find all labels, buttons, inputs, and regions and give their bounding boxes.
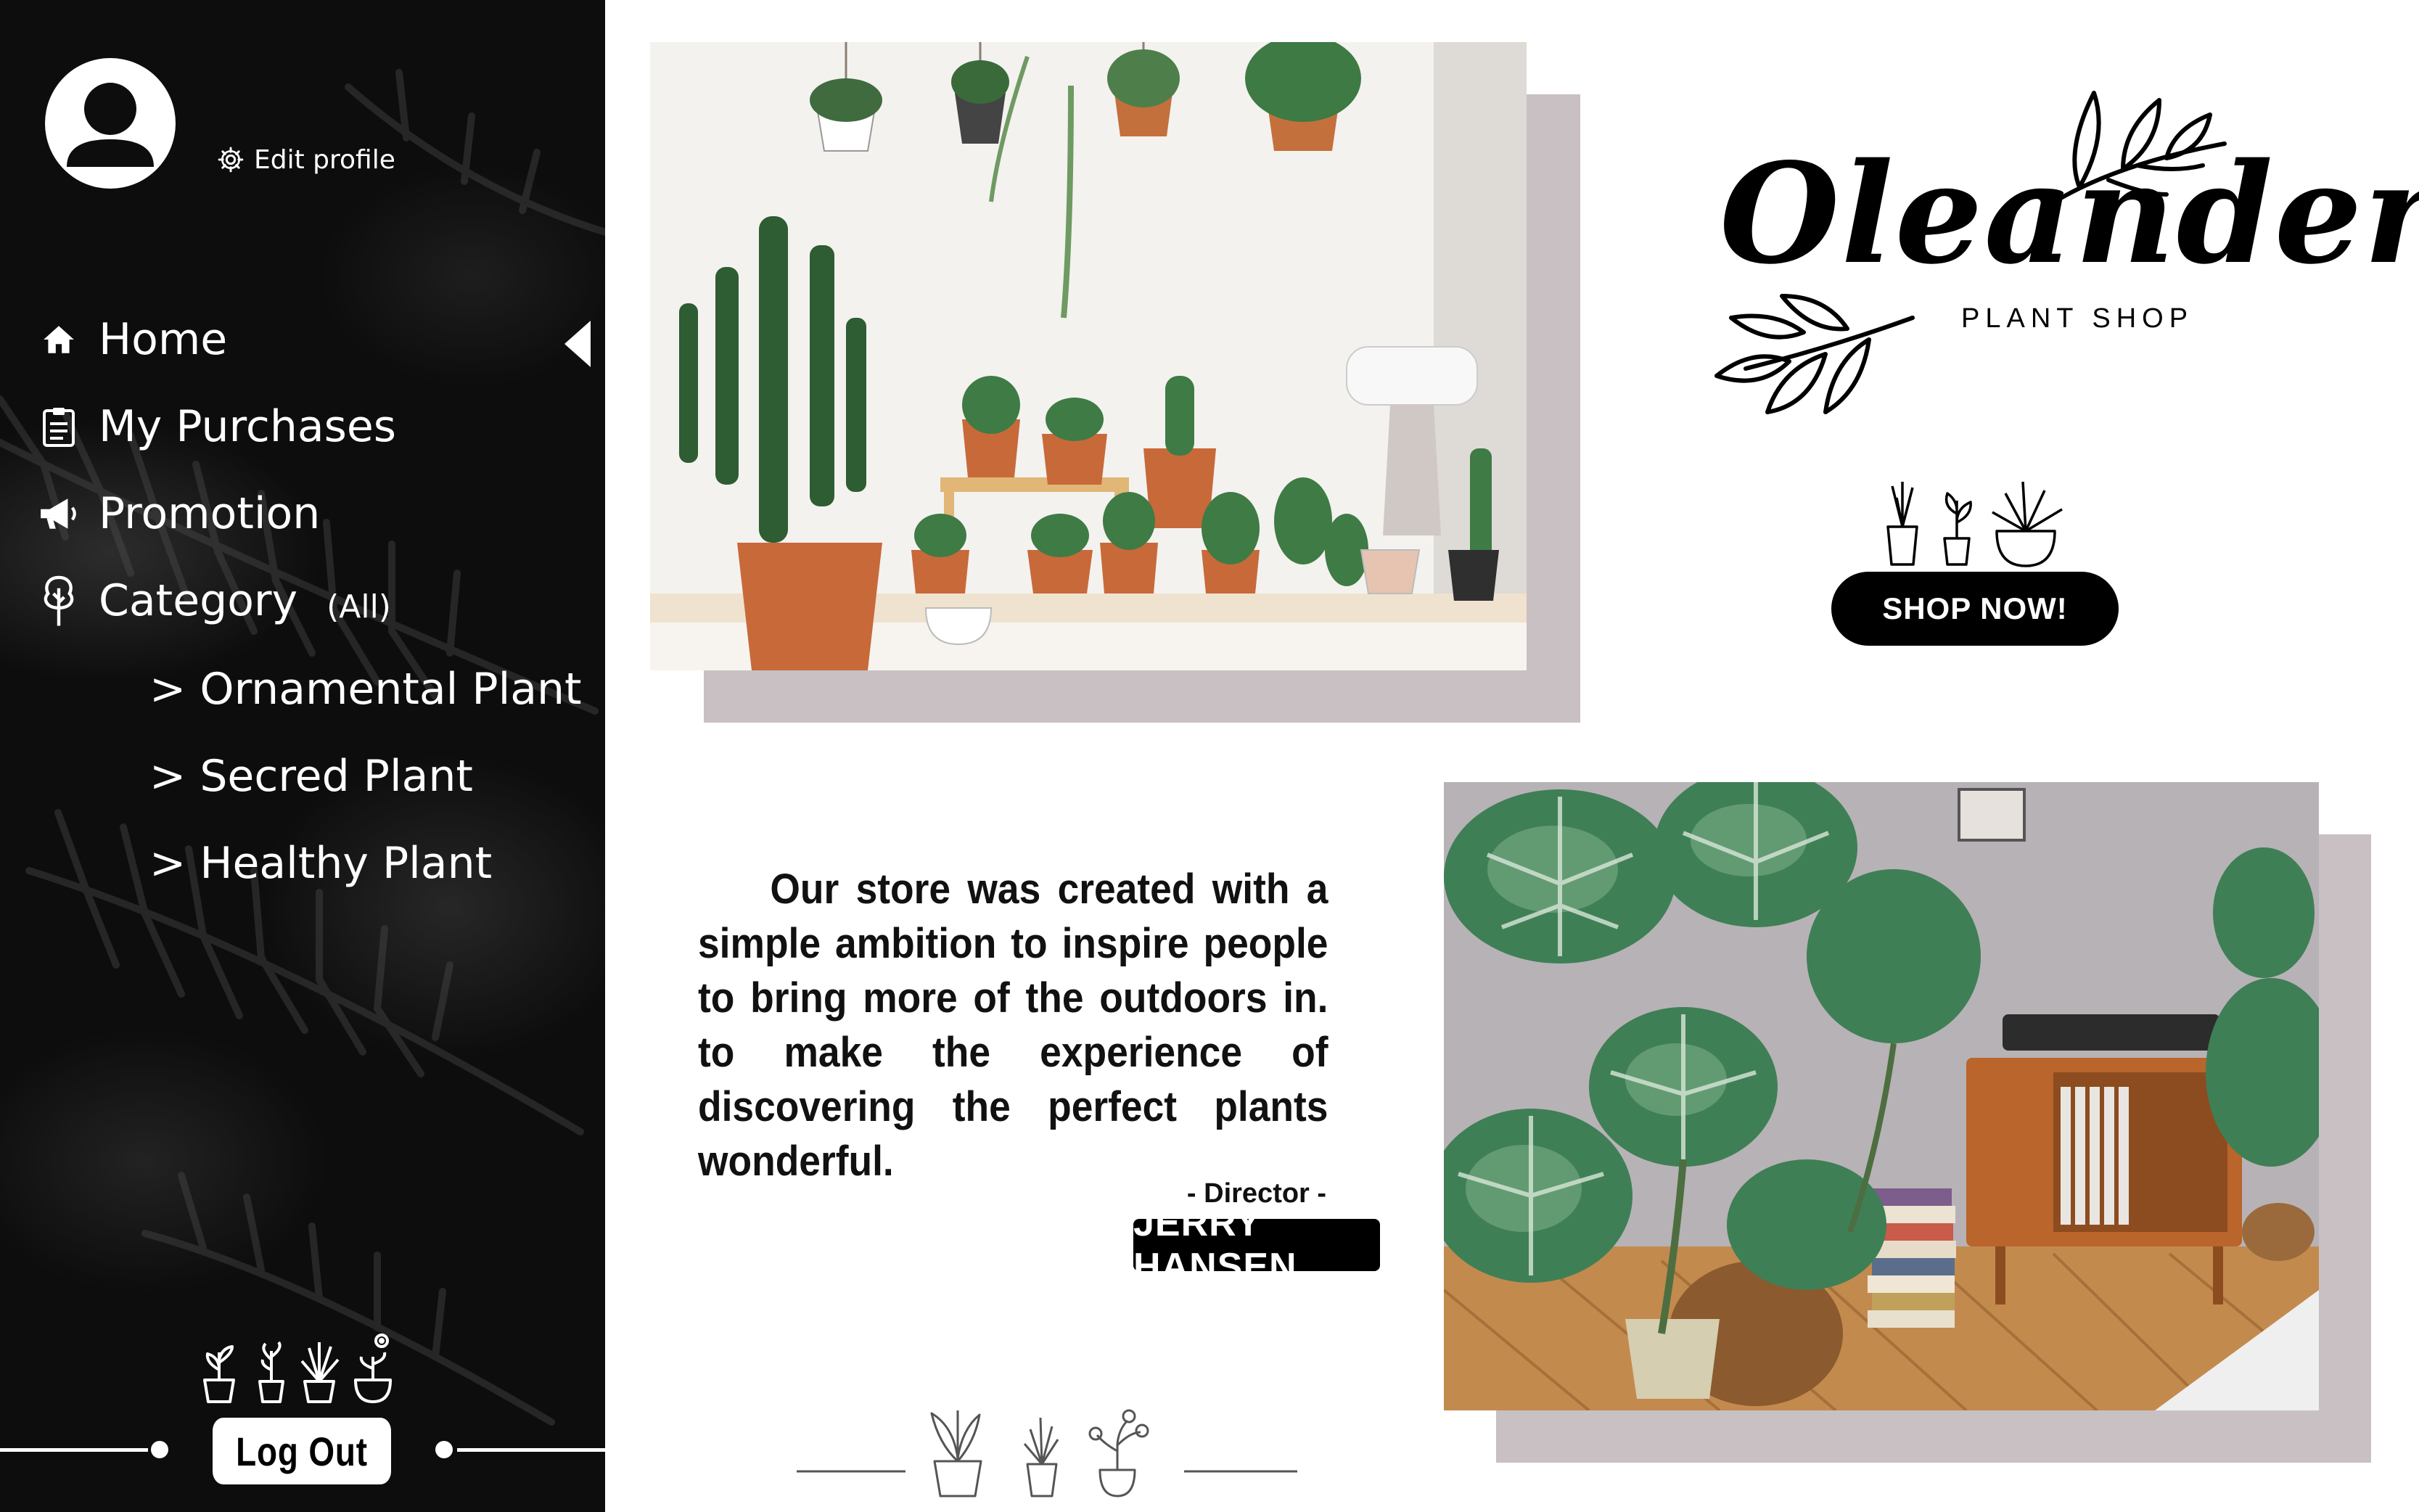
nav-category-note: (All)	[326, 588, 391, 625]
divider-line	[0, 1448, 148, 1452]
logout-button[interactable]: Log Out	[213, 1418, 391, 1484]
nav-promotion[interactable]: Promotion	[38, 485, 320, 543]
potted-plants-icon	[203, 1334, 392, 1403]
brand-logo-name: Oleander	[1720, 133, 2419, 295]
succulent-shelf-photo	[650, 42, 1527, 670]
user-icon	[67, 83, 154, 167]
nav-my-purchases-label: My Purchases	[99, 401, 397, 452]
nav-promotion-label: Promotion	[99, 488, 321, 539]
subcategory-healthy-plant[interactable]: > Healthy Plant	[149, 834, 492, 892]
shop-now-button[interactable]: SHOP NOW!	[1831, 572, 2119, 646]
monstera-room-photo	[1444, 782, 2319, 1410]
monstera-room-image	[1444, 782, 2319, 1410]
divider-line	[457, 1448, 605, 1452]
megaphone-icon	[38, 493, 80, 535]
director-name: JERRY HANSEN	[1133, 1202, 1380, 1288]
active-indicator	[564, 321, 591, 367]
avatar[interactable]	[45, 58, 176, 189]
edit-profile-label: Edit profile	[254, 144, 395, 175]
clipboard-icon	[38, 406, 80, 448]
logout-area: Log Out	[0, 1328, 605, 1512]
potted-plants-icon	[1886, 481, 2063, 567]
nav-home-label: Home	[99, 314, 228, 365]
nav-home[interactable]: Home	[38, 311, 227, 369]
brand-tagline: PLANT SHOP	[1961, 303, 2194, 334]
potted-plants-divider-icon	[797, 1409, 1297, 1497]
divider-dot	[151, 1441, 168, 1458]
nav-category[interactable]: Category (All)	[38, 572, 391, 630]
gear-icon	[218, 147, 244, 173]
home-icon	[38, 319, 80, 361]
succulent-shelf-image	[650, 42, 1527, 670]
subcategory-secred-plant[interactable]: > Secred Plant	[149, 747, 473, 805]
nav-my-purchases[interactable]: My Purchases	[38, 398, 396, 456]
store-mission-quote: Our store was created with a simple ambi…	[698, 866, 1328, 1185]
divider-dot	[435, 1441, 453, 1458]
tree-icon	[38, 575, 80, 626]
edit-profile-link[interactable]: Edit profile	[216, 142, 395, 177]
sidebar: Edit profile Home My Purchases Promotion…	[0, 0, 605, 1512]
subcategory-ornamental-plant[interactable]: > Ornamental Plant	[149, 660, 582, 718]
nav-category-label: Category	[99, 575, 298, 626]
